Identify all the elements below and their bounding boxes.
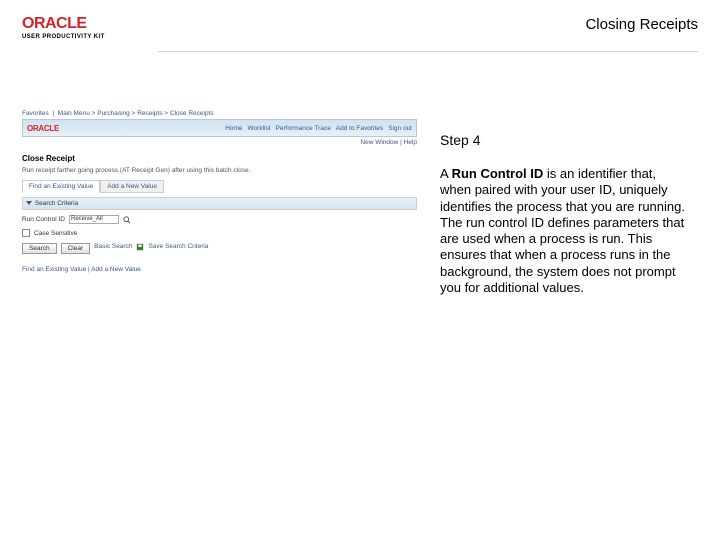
tabs: Find an Existing Value Add a New Value (22, 180, 417, 193)
instruction-panel: Step 4 A Run Control ID is an identifier… (440, 132, 685, 296)
nav-home[interactable]: Home (225, 125, 242, 132)
app-subline: New Window | Help (22, 139, 417, 146)
expand-icon (26, 201, 32, 205)
header-rule (158, 51, 698, 52)
nav-worklist[interactable]: Worklist (248, 125, 271, 132)
search-icon[interactable] (123, 216, 131, 224)
page-header: ORACLE USER PRODUCTIVITY KIT Closing Rec… (22, 16, 698, 48)
app-screenshot: Favorites | Main Menu > Purchasing > Rec… (22, 110, 417, 273)
case-sensitive-row: Case Sensitive (22, 229, 417, 237)
case-sensitive-checkbox[interactable] (22, 229, 30, 237)
nav-add-fav[interactable]: Add to Favorites (336, 125, 383, 132)
app-topbar: ORACLE Home Worklist Performance Trace A… (22, 119, 417, 137)
app-page-title: Close Receipt (22, 154, 417, 163)
case-sensitive-label: Case Sensitive (34, 230, 77, 237)
run-control-input[interactable]: Receive_All (69, 215, 119, 224)
app-logo: ORACLE (27, 124, 59, 133)
step-label: Step 4 (440, 132, 685, 148)
app-footer-links: Find an Existing Value | Add a New Value (22, 266, 417, 273)
app-topnav: Home Worklist Performance Trace Add to F… (225, 125, 412, 132)
search-button[interactable]: Search (22, 243, 57, 254)
basic-search-link[interactable]: Basic Search (94, 243, 132, 254)
clear-button[interactable]: Clear (61, 243, 91, 254)
app-page-desc: Run receipt farther going process (AT Re… (22, 167, 417, 174)
save-search-link[interactable]: Save Search Criteria (148, 243, 208, 254)
breadcrumb: Favorites | Main Menu > Purchasing > Rec… (22, 110, 417, 117)
tab-add-new[interactable]: Add a New Value (100, 180, 164, 193)
page-title: Closing Receipts (585, 16, 698, 33)
nav-signout[interactable]: Sign out (388, 125, 412, 132)
run-control-label: Run Control ID (22, 216, 65, 223)
tab-find-existing[interactable]: Find an Existing Value (22, 180, 100, 193)
save-icon (136, 243, 144, 254)
run-control-row: Run Control ID Receive_All (22, 215, 417, 224)
instruction-body: A Run Control ID is an identifier that, … (440, 166, 685, 296)
section-search-criteria: Search Criteria (22, 197, 417, 210)
nav-perf-trace[interactable]: Performance Trace (276, 125, 331, 132)
upk-subtitle: USER PRODUCTIVITY KIT (22, 34, 698, 40)
button-row: Search Clear Basic Search Save Search Cr… (22, 243, 417, 254)
